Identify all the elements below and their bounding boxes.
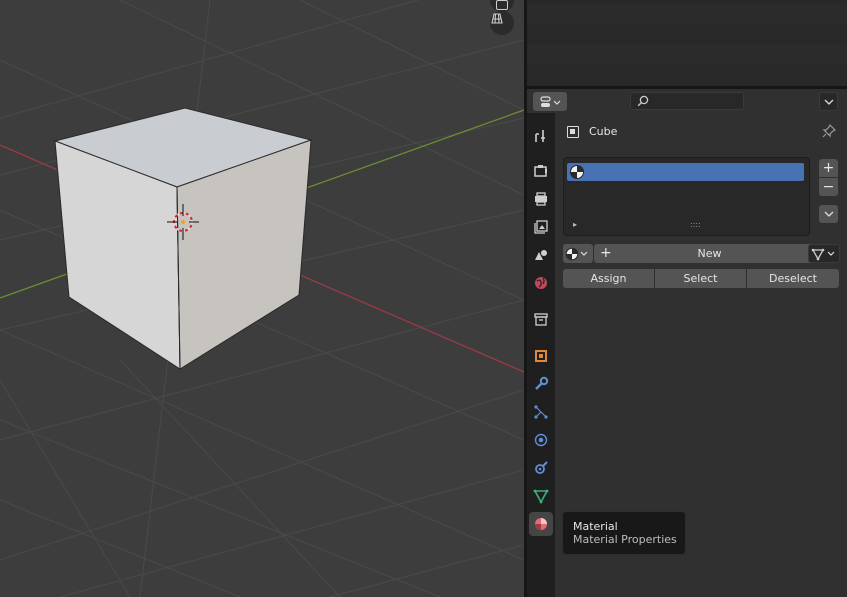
add-slot-button[interactable]: + [819, 159, 838, 177]
deselect-button[interactable]: Deselect [747, 269, 839, 288]
new-material-label: New [697, 247, 722, 260]
minus-icon: − [822, 179, 835, 195]
wrench-icon [535, 376, 549, 390]
constraint-icon [535, 461, 548, 474]
tab-view-layer[interactable] [529, 215, 553, 239]
camera-icon [496, 0, 508, 10]
chevron-down-icon [824, 99, 833, 105]
plus-icon: + [822, 160, 835, 176]
material-slot-row[interactable] [567, 163, 804, 181]
tool-icon [535, 130, 545, 142]
pin-icon[interactable] [822, 124, 836, 138]
properties-header [527, 89, 847, 113]
render-icon [534, 165, 547, 177]
viewport-scene [0, 0, 524, 597]
material-slot-list[interactable]: ▸ :::: [563, 157, 810, 236]
tab-modifiers[interactable] [529, 372, 553, 396]
list-expand-icon[interactable]: ▸ [573, 220, 577, 229]
3d-viewport[interactable] [0, 0, 524, 597]
scene-icon [535, 250, 547, 260]
tab-world[interactable] [529, 271, 553, 295]
select-label: Select [683, 272, 718, 285]
particles-icon [534, 405, 548, 419]
grid-view-icon [491, 13, 503, 24]
properties-options-dropdown[interactable] [819, 92, 838, 111]
world-icon [535, 277, 547, 289]
properties-search-field[interactable] [630, 92, 744, 110]
tab-constraints[interactable] [529, 456, 553, 480]
new-material-button[interactable]: + New [594, 244, 825, 263]
chevron-down-icon [824, 211, 833, 217]
tab-physics[interactable] [529, 428, 553, 452]
object-data-icon [567, 126, 579, 138]
material-icon [535, 518, 547, 530]
tab-tooltip: Material Material Properties [562, 511, 686, 555]
tab-collection[interactable] [529, 307, 553, 331]
properties-editor-icon [540, 95, 561, 107]
mesh-data-icon [533, 489, 549, 504]
object-icon [535, 350, 547, 362]
search-icon [637, 95, 649, 107]
mesh-data-icon [811, 248, 835, 260]
remove-slot-button[interactable]: − [819, 178, 838, 196]
output-icon [535, 192, 547, 206]
tab-render[interactable] [529, 159, 553, 183]
slot-specials-dropdown[interactable] [819, 205, 838, 223]
assign-label: Assign [590, 272, 627, 285]
material-browse-icon [565, 247, 588, 260]
material-slot-icon [570, 165, 584, 179]
select-button[interactable]: Select [655, 269, 746, 288]
tab-output[interactable] [529, 187, 553, 211]
plus-icon: + [600, 245, 612, 261]
physics-icon [534, 433, 548, 447]
collection-icon [534, 313, 548, 326]
tab-tool[interactable] [529, 124, 553, 148]
view-layer-icon [534, 220, 548, 234]
deselect-label: Deselect [769, 272, 817, 285]
editor-type-dropdown[interactable] [533, 92, 567, 111]
tab-data[interactable] [529, 484, 553, 508]
tab-object[interactable] [529, 344, 553, 368]
tab-material[interactable] [529, 512, 553, 536]
tab-particles[interactable] [529, 400, 553, 424]
browse-material-dropdown[interactable] [563, 244, 593, 263]
tooltip-title: Material [573, 520, 618, 533]
ortho-toggle-button[interactable] [490, 11, 514, 35]
list-resize-grip[interactable]: :::: [690, 220, 701, 229]
outliner-row[interactable] [527, 4, 847, 24]
assign-button[interactable]: Assign [563, 269, 654, 288]
object-name-label: Cube [589, 125, 618, 138]
tooltip-description: Material Properties [573, 533, 677, 546]
outliner-area[interactable] [527, 0, 847, 86]
node-link-dropdown[interactable] [808, 244, 840, 263]
tab-scene[interactable] [529, 243, 553, 267]
properties-tab-bar [527, 113, 555, 597]
outliner-row[interactable] [527, 44, 847, 64]
